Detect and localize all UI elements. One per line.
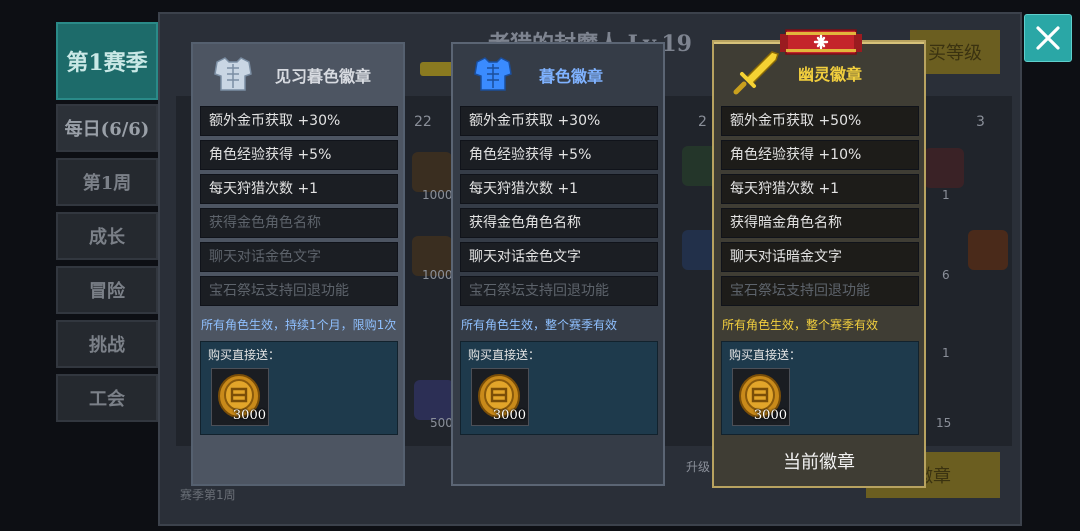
perk-name-color: 获得金色角色名称 — [200, 208, 398, 238]
card-title: 幽灵徽章 — [798, 65, 863, 84]
grid-number: 2 — [698, 114, 707, 130]
badge-card-ghost[interactable]: 幽灵徽章 额外金币获取 +50% 角色经验获得 +10% 每天狩猎次数 +1 获… — [712, 29, 926, 488]
card-note: 所有角色生效，持续1个月，限购1次 — [201, 318, 397, 332]
perk-exp-bonus: 角色经验获得 +5% — [200, 140, 398, 170]
card-title: 见习暮色徽章 — [275, 67, 372, 86]
perk-chat-color: 聊天对话金色文字 — [200, 242, 398, 272]
sword-icon — [733, 51, 779, 95]
nav-item-growth[interactable]: 成长 — [56, 212, 158, 260]
card-note: 所有角色生效，整个赛季有效 — [461, 318, 618, 332]
reward-box: 购买直接送： 3000 — [200, 341, 398, 435]
grid-value: 1 — [942, 188, 950, 202]
perk-chat-color: 聊天对话金色文字 — [460, 242, 658, 272]
season-tab[interactable]: 第1赛季 — [56, 22, 158, 100]
grid-number: 3 — [976, 114, 985, 130]
perk-gem-altar: 宝石祭坛支持回退功能 — [460, 276, 658, 306]
reward-icon — [924, 148, 964, 188]
perk-gold-bonus: 额外金币获取 +30% — [200, 106, 398, 136]
nav-item-challenge[interactable]: 挑战 — [56, 320, 158, 368]
armor-icon — [474, 57, 512, 91]
perk-hunt-count: 每天狩猎次数 +1 — [200, 174, 398, 204]
card-header: 见习暮色徽章 — [193, 44, 403, 102]
reward-item[interactable]: 3000 — [471, 368, 529, 426]
current-badge-label: 当前徽章 — [783, 452, 855, 473]
grid-number: 22 — [414, 114, 432, 130]
badge-card-apprentice-twilight[interactable]: 见习暮色徽章 额外金币获取 +30% 角色经验获得 +5% 每天狩猎次数 +1 … — [191, 42, 405, 486]
reward-count: 3000 — [232, 408, 266, 423]
reward-label: 购买直接送： — [468, 348, 541, 362]
reward-item[interactable]: 3000 — [732, 368, 790, 426]
badge-card-twilight[interactable]: 暮色徽章 额外金币获取 +30% 角色经验获得 +5% 每天狩猎次数 +1 获得… — [451, 42, 665, 486]
reward-box: 购买直接送： 3000 — [721, 341, 919, 435]
grid-value: 1 — [942, 346, 950, 360]
perk-hunt-count: 每天狩猎次数 +1 — [721, 174, 919, 204]
reward-label: 购买直接送： — [729, 348, 802, 362]
perk-exp-bonus: 角色经验获得 +5% — [460, 140, 658, 170]
card-note: 所有角色生效，整个赛季有效 — [722, 318, 879, 332]
reward-item[interactable]: 3000 — [211, 368, 269, 426]
nav-item-adventure[interactable]: 冒险 — [56, 266, 158, 314]
grid-value: 1000 — [422, 188, 453, 202]
season-week-text: 赛季第1周 — [180, 488, 236, 502]
perk-gem-altar: 宝石祭坛支持回退功能 — [200, 276, 398, 306]
perk-gold-bonus: 额外金币获取 +30% — [460, 106, 658, 136]
reward-icon — [412, 152, 452, 192]
reward-label: 购买直接送： — [208, 348, 281, 362]
perk-exp-bonus: 角色经验获得 +10% — [721, 140, 919, 170]
perk-name-color: 获得暗金角色名称 — [721, 208, 919, 238]
reward-count: 3000 — [492, 408, 526, 423]
perk-gem-altar: 宝石祭坛支持回退功能 — [721, 276, 919, 306]
perk-name-color: 获得金色角色名称 — [460, 208, 658, 238]
perk-gold-bonus: 额外金币获取 +50% — [721, 106, 919, 136]
close-button[interactable] — [1024, 14, 1072, 62]
grid-value: 500 — [430, 416, 453, 430]
grid-value: 1000 — [422, 268, 453, 282]
grid-value: 6 — [942, 268, 950, 282]
card-header: 幽灵徽章 — [714, 42, 924, 100]
card-header: 暮色徽章 — [453, 44, 663, 102]
upgrade-hint: 升级 — [686, 460, 711, 474]
nav-item-week1[interactable]: 第1周 — [56, 158, 158, 206]
reward-count: 3000 — [753, 408, 787, 423]
perk-chat-color: 聊天对话暗金文字 — [721, 242, 919, 272]
grid-value: 15 — [936, 416, 952, 430]
close-icon — [1036, 26, 1060, 50]
armor-icon — [214, 57, 252, 91]
reward-icon — [414, 380, 454, 420]
card-title: 暮色徽章 — [539, 67, 604, 86]
perk-hunt-count: 每天狩猎次数 +1 — [460, 174, 658, 204]
nav-item-guild[interactable]: 工会 — [56, 374, 158, 422]
reward-icon — [968, 230, 1008, 270]
reward-box: 购买直接送： 3000 — [460, 341, 658, 435]
nav-item-daily[interactable]: 每日(6/6) — [56, 104, 158, 152]
